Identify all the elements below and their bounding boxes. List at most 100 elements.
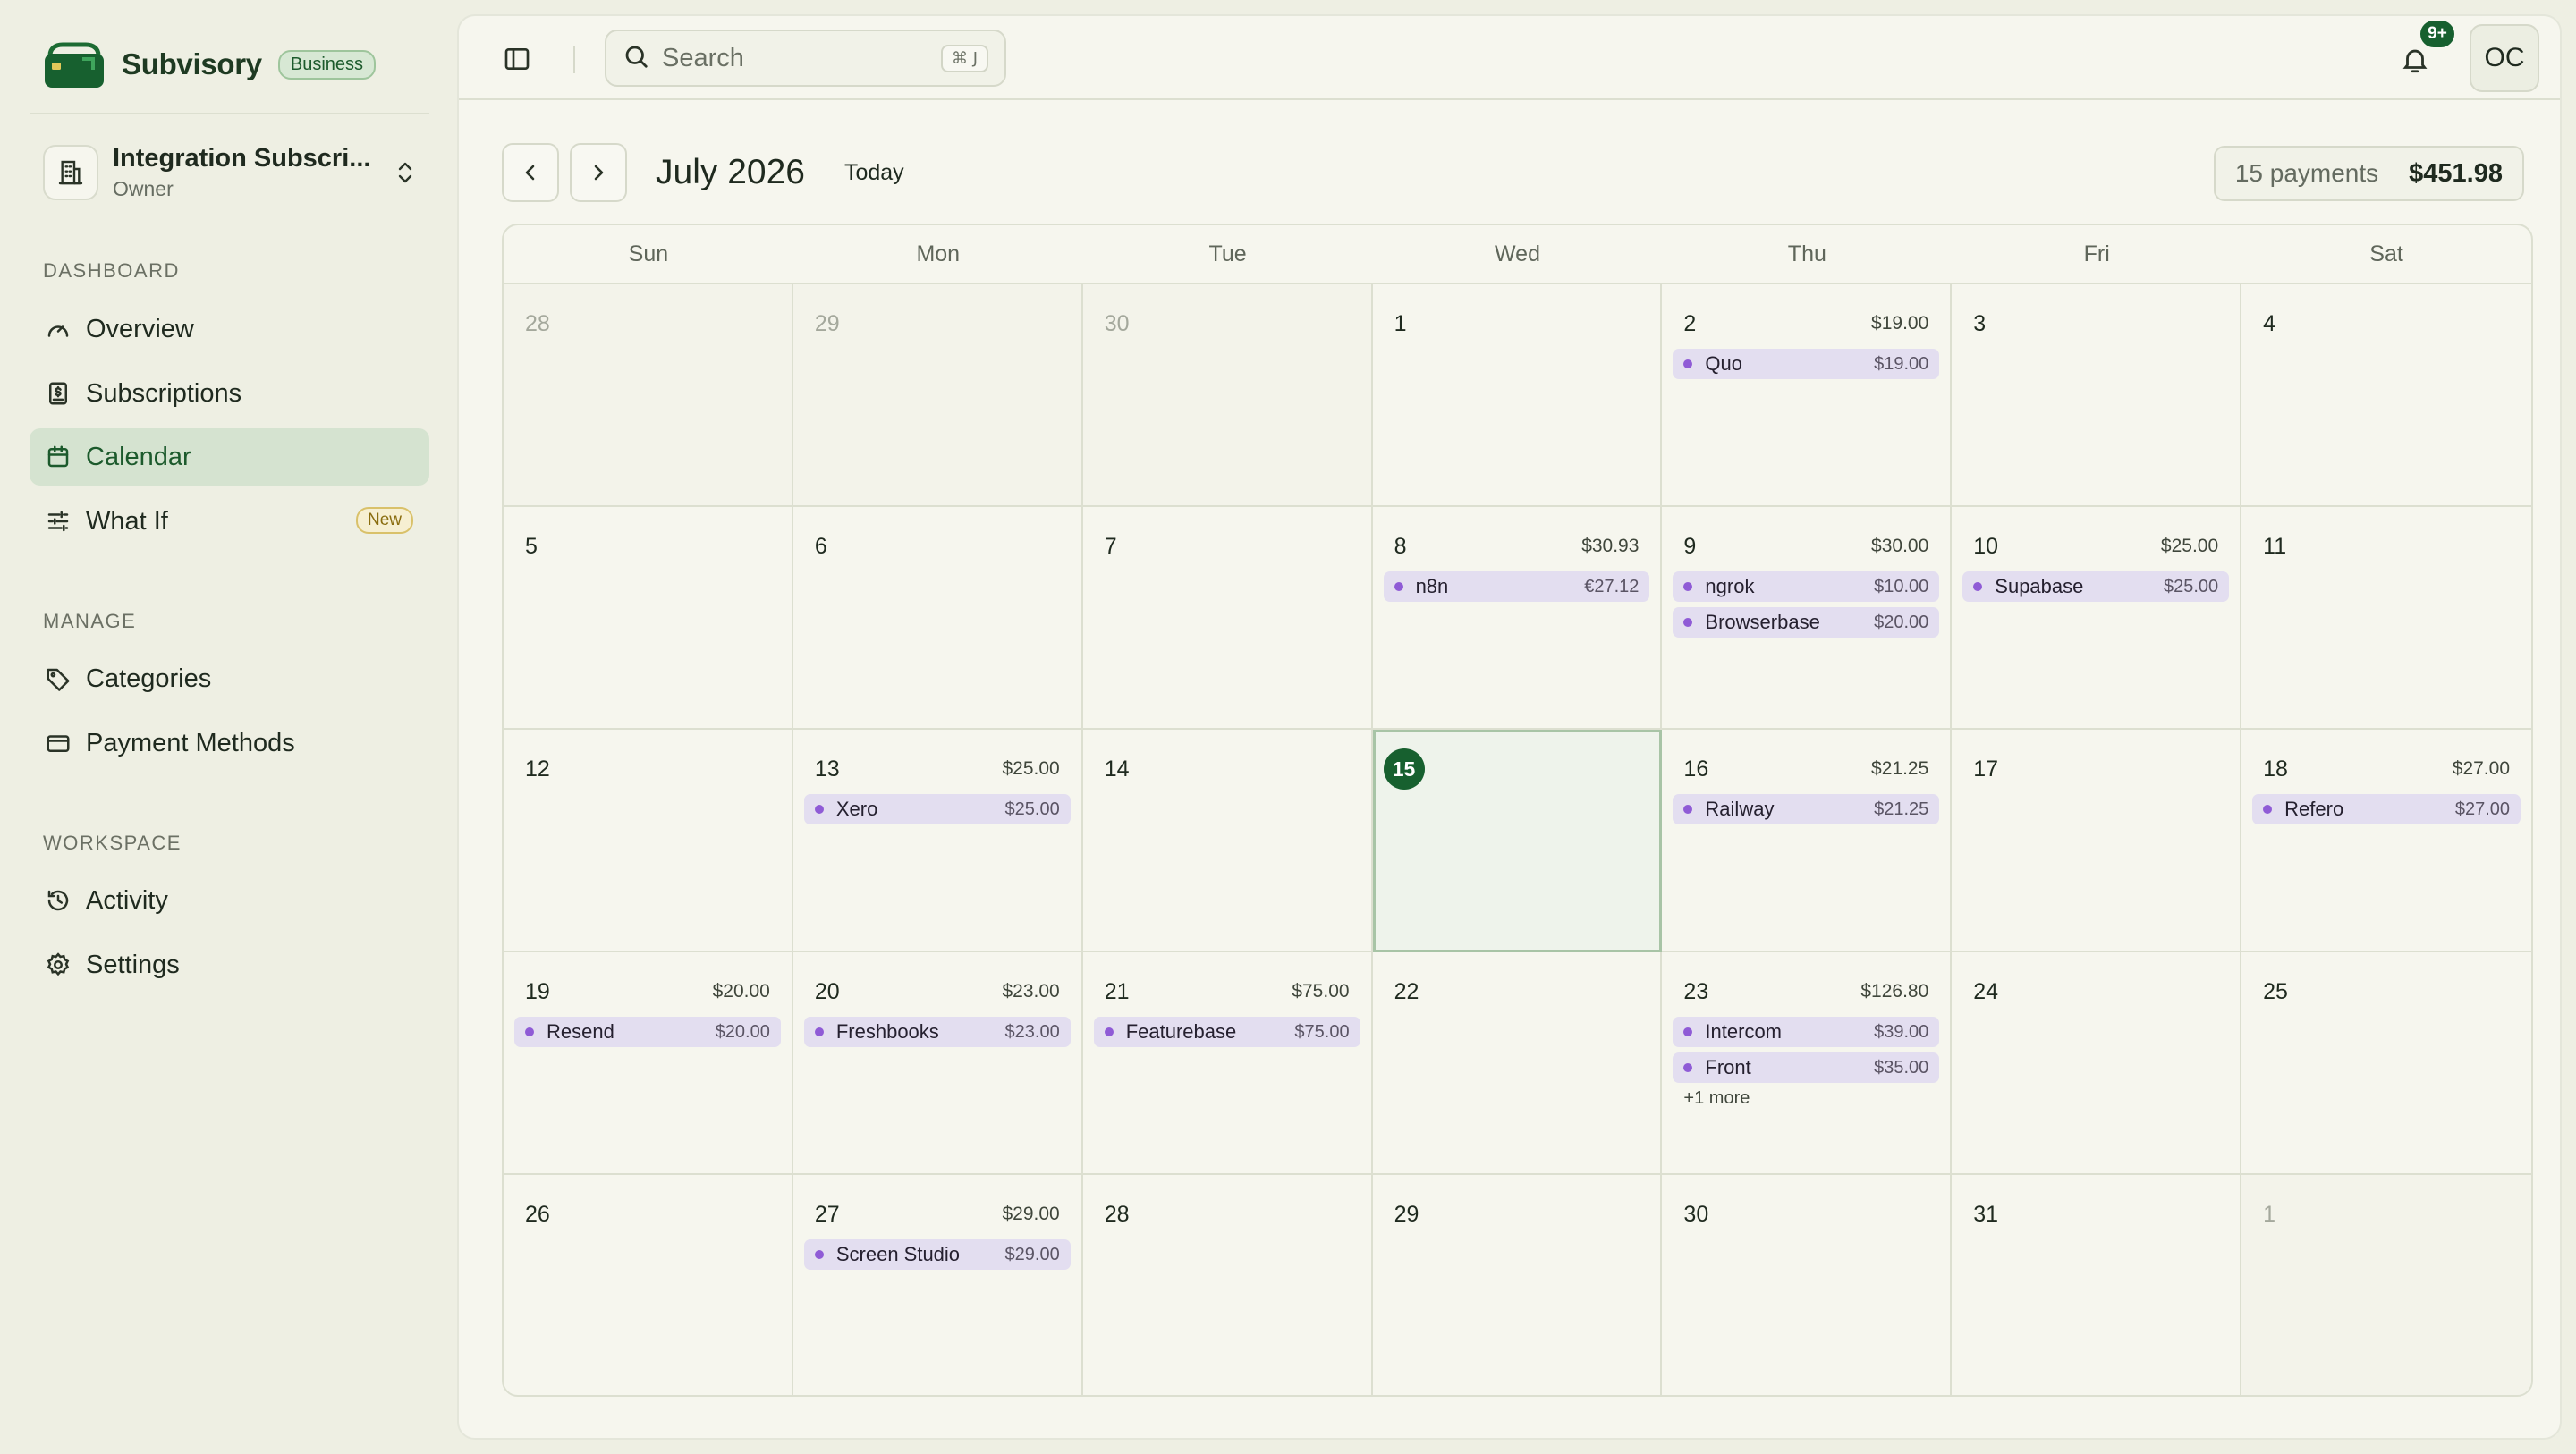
sidebar-item-activity[interactable]: Activity xyxy=(30,872,429,929)
payment-event[interactable]: n8n €27.12 xyxy=(1383,571,1650,602)
payment-event[interactable]: Xero $25.00 xyxy=(803,794,1071,824)
day-number: 30 xyxy=(1683,1201,1709,1227)
day-number: 23 xyxy=(1683,978,1709,1004)
today-button[interactable]: Today xyxy=(844,160,904,186)
day-total: $75.00 xyxy=(1292,981,1350,1002)
payment-event[interactable]: Featurebase $75.00 xyxy=(1093,1017,1360,1047)
weekday-label: Wed xyxy=(1495,241,1540,266)
calendar-day[interactable]: 5 xyxy=(504,507,793,730)
day-number: 15 xyxy=(1383,748,1425,790)
calendar-day[interactable]: 24 xyxy=(1952,952,2242,1175)
calendar-day[interactable]: 13 $25.00 Xero $25.00 xyxy=(792,730,1083,952)
day-number: 2 xyxy=(1683,310,1697,336)
calendar-day[interactable]: 18 $27.00 Refero $27.00 xyxy=(2241,730,2531,952)
sidebar-item-categories[interactable]: Categories xyxy=(30,650,429,707)
calendar-day[interactable]: 30 xyxy=(1662,1175,1953,1395)
calendar-day-today[interactable]: 15 xyxy=(1372,730,1663,952)
payment-event[interactable]: Resend $20.00 xyxy=(514,1017,781,1047)
calendar-day[interactable]: 14 xyxy=(1082,730,1373,952)
day-header: 20 $23.00 xyxy=(804,972,1071,1011)
payment-event[interactable]: Intercom $39.00 xyxy=(1673,1017,1940,1047)
payment-event[interactable]: Front $35.00 xyxy=(1673,1052,1940,1083)
payment-event[interactable]: Supabase $25.00 xyxy=(1962,571,2230,602)
sidebar-item-what-if[interactable]: What If New xyxy=(30,493,429,550)
calendar-day[interactable]: 1 xyxy=(2241,1175,2531,1395)
search-icon xyxy=(623,43,649,74)
event-amount: $21.25 xyxy=(1874,799,1929,819)
event-list: Quo $19.00 xyxy=(1673,349,1940,379)
calendar-day[interactable]: 8 $30.93 n8n €27.12 xyxy=(1372,507,1663,730)
more-events-link[interactable]: +1 more xyxy=(1673,1088,1939,1109)
section-label-workspace: WORKSPACE xyxy=(43,832,182,854)
day-header: 28 xyxy=(514,304,781,343)
calendar-day[interactable]: 1 xyxy=(1372,284,1663,507)
day-number: 4 xyxy=(2263,310,2276,336)
payment-event[interactable]: Railway $21.25 xyxy=(1673,794,1940,824)
sidebar-item-subscriptions[interactable]: Subscriptions xyxy=(30,365,429,422)
payment-event[interactable]: ngrok $10.00 xyxy=(1673,571,1940,602)
brand[interactable]: Subvisory Business xyxy=(43,38,377,91)
calendar-day[interactable]: 22 xyxy=(1372,952,1663,1175)
day-header: 31 xyxy=(1962,1195,2229,1234)
calendar-day[interactable]: 17 xyxy=(1952,730,2242,952)
event-dot-icon xyxy=(525,1027,534,1036)
day-total: $20.00 xyxy=(712,981,770,1002)
next-month-button[interactable] xyxy=(570,143,627,202)
weekday-label: Thu xyxy=(1787,241,1826,266)
calendar-day[interactable]: 23 $126.80 Intercom $39.00 Front $35.00 +1 mor… xyxy=(1662,952,1953,1175)
calendar-day[interactable]: 29 xyxy=(1373,1175,1663,1395)
calendar-day[interactable]: 21 $75.00 Featurebase $75.00 xyxy=(1082,952,1373,1175)
month-title: July 2026 xyxy=(656,153,805,191)
calendar-day[interactable]: 10 $25.00 Supabase $25.00 xyxy=(1952,507,2242,730)
calendar-day[interactable]: 30 xyxy=(1082,284,1373,507)
sidebar-toggle-icon[interactable] xyxy=(499,41,535,77)
calendar-day[interactable]: 4 xyxy=(2241,284,2531,507)
calendar-day[interactable]: 28 xyxy=(1083,1175,1373,1395)
calendar-day[interactable]: 25 xyxy=(2241,952,2531,1175)
search-box[interactable]: ⌘ J xyxy=(605,30,1006,87)
day-number: 12 xyxy=(525,756,550,782)
event-name: Browserbase xyxy=(1705,611,1820,633)
day-number: 7 xyxy=(1104,533,1117,559)
calendar-day[interactable]: 28 xyxy=(504,284,793,507)
calendar-day[interactable]: 11 xyxy=(2241,507,2531,730)
chevrons-up-down-icon[interactable] xyxy=(392,155,419,190)
day-number: 17 xyxy=(1973,756,1999,782)
calendar-day[interactable]: 27 $29.00 Screen Studio $29.00 xyxy=(793,1175,1083,1395)
org-switcher[interactable]: Integration Subscri... Owner xyxy=(43,141,419,204)
calendar-day[interactable]: 19 $20.00 Resend $20.00 xyxy=(504,952,793,1175)
receipt-icon xyxy=(43,378,73,409)
calendar-day[interactable]: 9 $30.00 ngrok $10.00 Browserbase $20.00 xyxy=(1662,507,1953,730)
calendar-day[interactable]: 3 xyxy=(1952,284,2242,507)
payment-event[interactable]: Freshbooks $23.00 xyxy=(803,1017,1071,1047)
weekday-label: Sun xyxy=(628,241,669,266)
tag-icon xyxy=(43,664,73,694)
calendar-day[interactable]: 2 $19.00 Quo $19.00 xyxy=(1662,284,1953,507)
payment-event[interactable]: Refero $27.00 xyxy=(2252,794,2521,824)
calendar-day[interactable]: 26 xyxy=(504,1175,793,1395)
calendar-day[interactable]: 20 $23.00 Freshbooks $23.00 xyxy=(792,952,1083,1175)
calendar-day[interactable]: 16 $21.25 Railway $21.25 xyxy=(1662,730,1953,952)
calendar-day[interactable]: 6 xyxy=(792,507,1083,730)
avatar[interactable]: OC xyxy=(2470,24,2539,92)
day-total: $25.00 xyxy=(2160,536,2219,556)
calendar-header: July 2026 Today xyxy=(502,143,904,202)
sidebar-item-overview[interactable]: Overview xyxy=(30,300,429,358)
search-input[interactable] xyxy=(662,43,921,73)
day-header: 16 $21.25 xyxy=(1673,749,1939,789)
sidebar-item-calendar[interactable]: Calendar xyxy=(30,428,429,486)
event-dot-icon xyxy=(2263,805,2273,814)
payment-event[interactable]: Browserbase $20.00 xyxy=(1673,607,1940,638)
payment-event[interactable]: Quo $19.00 xyxy=(1673,349,1940,379)
sidebar-item-payment-methods[interactable]: Payment Methods xyxy=(30,714,429,772)
event-dot-icon xyxy=(1683,1063,1693,1072)
payment-event[interactable]: Screen Studio $29.00 xyxy=(803,1239,1071,1270)
calendar-day[interactable]: 12 xyxy=(504,730,793,952)
calendar-day[interactable]: 31 xyxy=(1952,1175,2242,1395)
event-dot-icon xyxy=(1683,1027,1693,1036)
calendar-day[interactable]: 29 xyxy=(792,284,1083,507)
prev-month-button[interactable] xyxy=(502,143,559,202)
sidebar-item-settings[interactable]: Settings xyxy=(30,936,429,993)
calendar-day[interactable]: 7 xyxy=(1082,507,1373,730)
month-calendar: Sun Mon Tue Wed Thu Fri Sat 28 29 30 1 2 $19.… xyxy=(502,224,2533,1397)
